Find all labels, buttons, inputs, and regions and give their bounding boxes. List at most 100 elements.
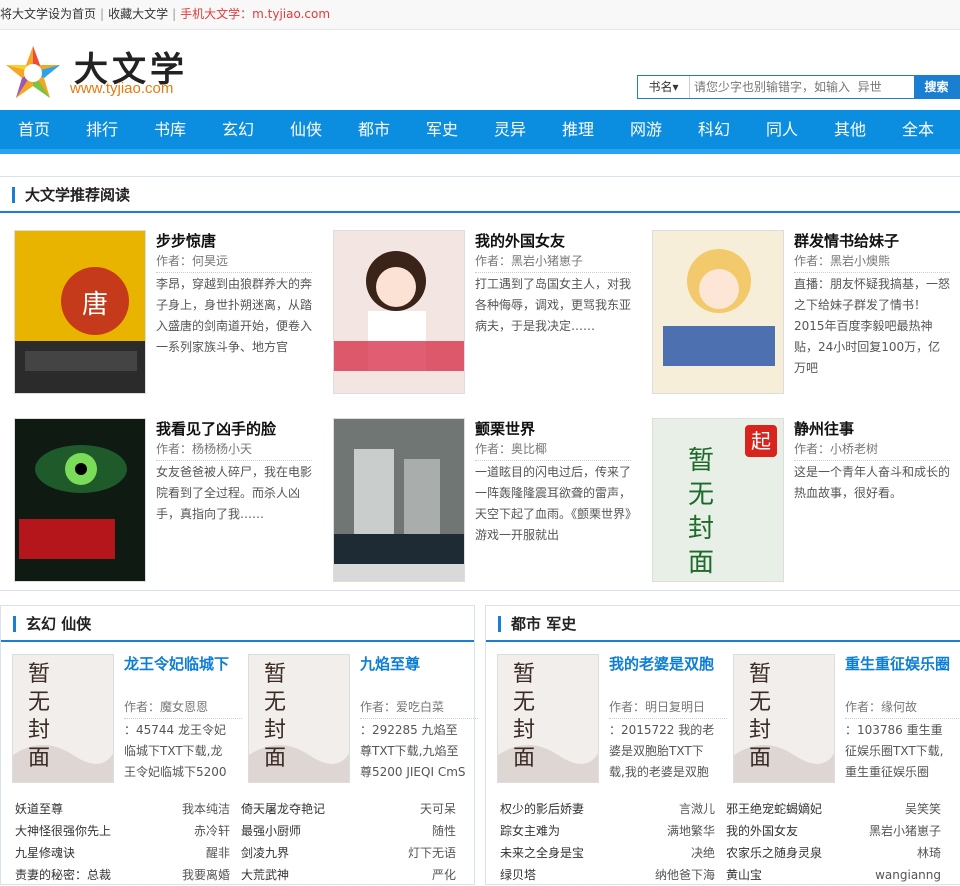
placeholder-cover[interactable]: 暂无封面 — [497, 654, 599, 783]
placeholder-cover[interactable]: 暂无封面 — [248, 654, 350, 783]
book-author: 作者：魔女恩恩 — [124, 698, 242, 719]
svg-text:暂: 暂 — [264, 662, 286, 687]
book-card[interactable]: 暂无封面 九焰至尊 作者：爱吃白菜 ：292285 九焰至尊TXT下载,九焰至尊… — [248, 654, 478, 789]
list-item[interactable]: 大神怪很强你先上 赤冷轩 — [15, 820, 230, 842]
book-title[interactable]: 我的外国女友 — [475, 230, 565, 251]
list-item[interactable]: 妖道至尊 我本纯洁 — [15, 798, 230, 820]
book-card[interactable]: 群发情书给妹子 作者：黑岩小燠熊 直播：朋友怀疑我搞基，一怒之下给妹子群发了情书… — [652, 230, 952, 400]
book-cover[interactable] — [333, 230, 465, 394]
nav-complete[interactable]: 全本 — [884, 110, 952, 149]
book-title[interactable]: 我看见了凶手的脸 — [156, 418, 276, 439]
list-item[interactable]: 我的外国女友 黑岩小猪崽子 — [726, 820, 941, 842]
nav-ranking[interactable]: 排行 — [68, 110, 136, 149]
list-item[interactable]: 九星修魂诀 醒非 — [15, 842, 230, 864]
nav-home[interactable]: 首页 — [0, 110, 68, 149]
book-title[interactable]: 颤栗世界 — [475, 418, 535, 439]
nav-scifi[interactable]: 科幻 — [680, 110, 748, 149]
mobile-site-link[interactable]: m.tyjiao.com — [252, 7, 330, 21]
book-title[interactable]: 步步惊唐 — [156, 230, 216, 251]
book-title[interactable]: 静州往事 — [794, 418, 854, 439]
nav-supernatural[interactable]: 灵异 — [476, 110, 544, 149]
list-item[interactable]: 农家乐之随身灵泉 林琦 — [726, 842, 941, 864]
book-card[interactable]: 唐 步步惊唐 作者：何昊远 李昂，穿越到由狼群养大的奔子身上，身世扑朔迷离，从踏… — [14, 230, 314, 400]
book-desc: 李昂，穿越到由狼群养大的奔子身上，身世扑朔迷离，从踏入盛唐的剑南道开始，便卷入一… — [156, 277, 313, 354]
book-cover[interactable] — [652, 230, 784, 394]
section-title: 玄幻 仙侠 — [26, 615, 92, 633]
svg-text:封: 封 — [513, 718, 535, 743]
list-item[interactable]: 倚天屠龙夺艳记 天可呆 — [241, 798, 456, 820]
list-item[interactable]: 踪女主难为 满地繁华 — [500, 820, 715, 842]
list-item[interactable]: 最强小厨师 随性 — [241, 820, 456, 842]
book-desc: 打工遇到了岛国女主人，对我各种侮辱，调戏，更骂我东亚病夫，于是我决定…… — [475, 277, 632, 333]
nav-xianxia[interactable]: 仙侠 — [272, 110, 340, 149]
book-card[interactable]: 起暂无封面 静州往事 作者：小桥老树 这是一个青年人奋斗和成长的热血故事，很好看… — [652, 418, 952, 588]
svg-text:无: 无 — [513, 690, 535, 715]
book-title[interactable]: 重生重征娱乐圈 — [845, 654, 960, 675]
svg-text:暂: 暂 — [688, 446, 714, 476]
urban-section: 都市 军史 暂无封面 我的老婆是双胞 作者：明日复明日 ：2015722 我的老… — [485, 605, 960, 885]
svg-text:面: 面 — [513, 746, 535, 771]
svg-text:无: 无 — [264, 690, 286, 715]
book-card[interactable]: 暂无封面 重生重征娱乐圈 作者：缘何故 ：103786 重生重征娱乐圈TXT下载… — [733, 654, 960, 789]
nav-other[interactable]: 其他 — [816, 110, 884, 149]
nav-mystery[interactable]: 推理 — [544, 110, 612, 149]
book-card[interactable]: 暂无封面 我的老婆是双胞 作者：明日复明日 ：2015722 我的老婆是双胞胎T… — [497, 654, 727, 789]
header-accent — [13, 616, 16, 632]
search-type-select[interactable]: 书名▾ — [638, 76, 690, 98]
svg-text:面: 面 — [749, 746, 771, 771]
book-cover[interactable]: 唐 — [14, 230, 146, 394]
book-desc: 一道眩目的闪电过后，传来了一阵轰隆隆震耳欲聋的雷声，天空下起了血雨。《颤栗世界》… — [475, 465, 632, 542]
list-item[interactable]: 黄山宝 wangianng — [726, 864, 941, 886]
list-item[interactable]: 未来之全身是宝 决绝 — [500, 842, 715, 864]
book-author: 作者：缘何故 — [845, 698, 960, 719]
nav-urban[interactable]: 都市 — [340, 110, 408, 149]
book-cover[interactable] — [14, 418, 146, 582]
svg-text:暂: 暂 — [749, 662, 771, 687]
book-card[interactable]: 暂无封面 龙王令妃临城下 作者：魔女恩恩 ：45744 龙王令妃临城下TXT下载… — [12, 654, 242, 789]
section-header: 玄幻 仙侠 — [1, 606, 474, 642]
placeholder-cover[interactable]: 暂无封面 — [733, 654, 835, 783]
header-accent — [12, 187, 15, 203]
svg-text:无: 无 — [28, 690, 50, 715]
book-author: 作者：明日复明日 — [609, 698, 727, 719]
mobile-site-label[interactable]: 手机大文学： — [180, 7, 252, 21]
svg-text:面: 面 — [264, 746, 286, 771]
set-homepage-link[interactable]: 将大文学设为首页 — [0, 7, 96, 21]
bookmark-link[interactable]: 收藏大文学 — [108, 7, 168, 21]
book-title[interactable]: 九焰至尊 — [360, 654, 478, 675]
book-title[interactable]: 龙王令妃临城下 — [124, 654, 242, 675]
list-item[interactable]: 责妻的秘密：总裁 我要离婚 — [15, 864, 230, 886]
site-logo[interactable]: 大文学 www.tyjiao.com — [4, 42, 204, 104]
list-item[interactable]: 邪王绝宠蛇蝎嫡妃 吴笑笑 — [726, 798, 941, 820]
svg-text:封: 封 — [264, 718, 286, 743]
list-item[interactable]: 大荒武神 严化 — [241, 864, 456, 886]
list-item[interactable]: 绿贝塔 纳他爸下海 — [500, 864, 715, 886]
search-button[interactable]: 搜索 — [914, 76, 959, 98]
book-card[interactable]: 颤栗世界 作者：奥比椰 一道眩目的闪电过后，传来了一阵轰隆隆震耳欲聋的雷声，天空… — [333, 418, 633, 588]
nav-fantasy[interactable]: 玄幻 — [204, 110, 272, 149]
book-cover[interactable]: 起暂无封面 — [652, 418, 784, 582]
book-desc: 女友爸爸被人碎尸，我在电影院看到了全过程。而杀人凶手，真指向了我…… — [156, 465, 313, 521]
book-card[interactable]: 我的外国女友 作者：黑岩小猪崽子 打工遇到了岛国女主人，对我各种侮辱，调戏，更骂… — [333, 230, 633, 400]
book-title[interactable]: 群发情书给妹子 — [794, 230, 899, 251]
divider: | — [100, 7, 105, 21]
list-item[interactable]: 权少的影后娇妻 言溦儿 — [500, 798, 715, 820]
search-input[interactable] — [694, 76, 914, 98]
nav-online-game[interactable]: 网游 — [612, 110, 680, 149]
list-item[interactable]: 剑凌九界 灯下无语 — [241, 842, 456, 864]
divider: | — [172, 7, 177, 21]
book-author: 作者：杨杨杨小天 — [156, 440, 312, 461]
placeholder-cover[interactable]: 暂无封面 — [12, 654, 114, 783]
book-title[interactable]: 我的老婆是双胞 — [609, 654, 727, 675]
nav-library[interactable]: 书库 — [136, 110, 204, 149]
book-desc: ：2015722 我的老婆是双胞胎TXT下载,我的老婆是双胞胎5200 更多 — [609, 723, 715, 779]
svg-text:暂: 暂 — [513, 662, 535, 687]
book-desc: ：103786 重生重征娱乐圈TXT下载,重生重征娱乐圈5200 罗宗那轻 — [845, 723, 944, 779]
book-card[interactable]: 我看见了凶手的脸 作者：杨杨杨小天 女友爸爸被人碎尸，我在电影院看到了全过程。而… — [14, 418, 314, 588]
svg-text:封: 封 — [749, 718, 771, 743]
nav-military[interactable]: 军史 — [408, 110, 476, 149]
book-cover[interactable] — [333, 418, 465, 582]
svg-text:无: 无 — [688, 480, 714, 510]
nav-fanfic[interactable]: 同人 — [748, 110, 816, 149]
book-author: 作者：黑岩小猪崽子 — [475, 252, 631, 273]
